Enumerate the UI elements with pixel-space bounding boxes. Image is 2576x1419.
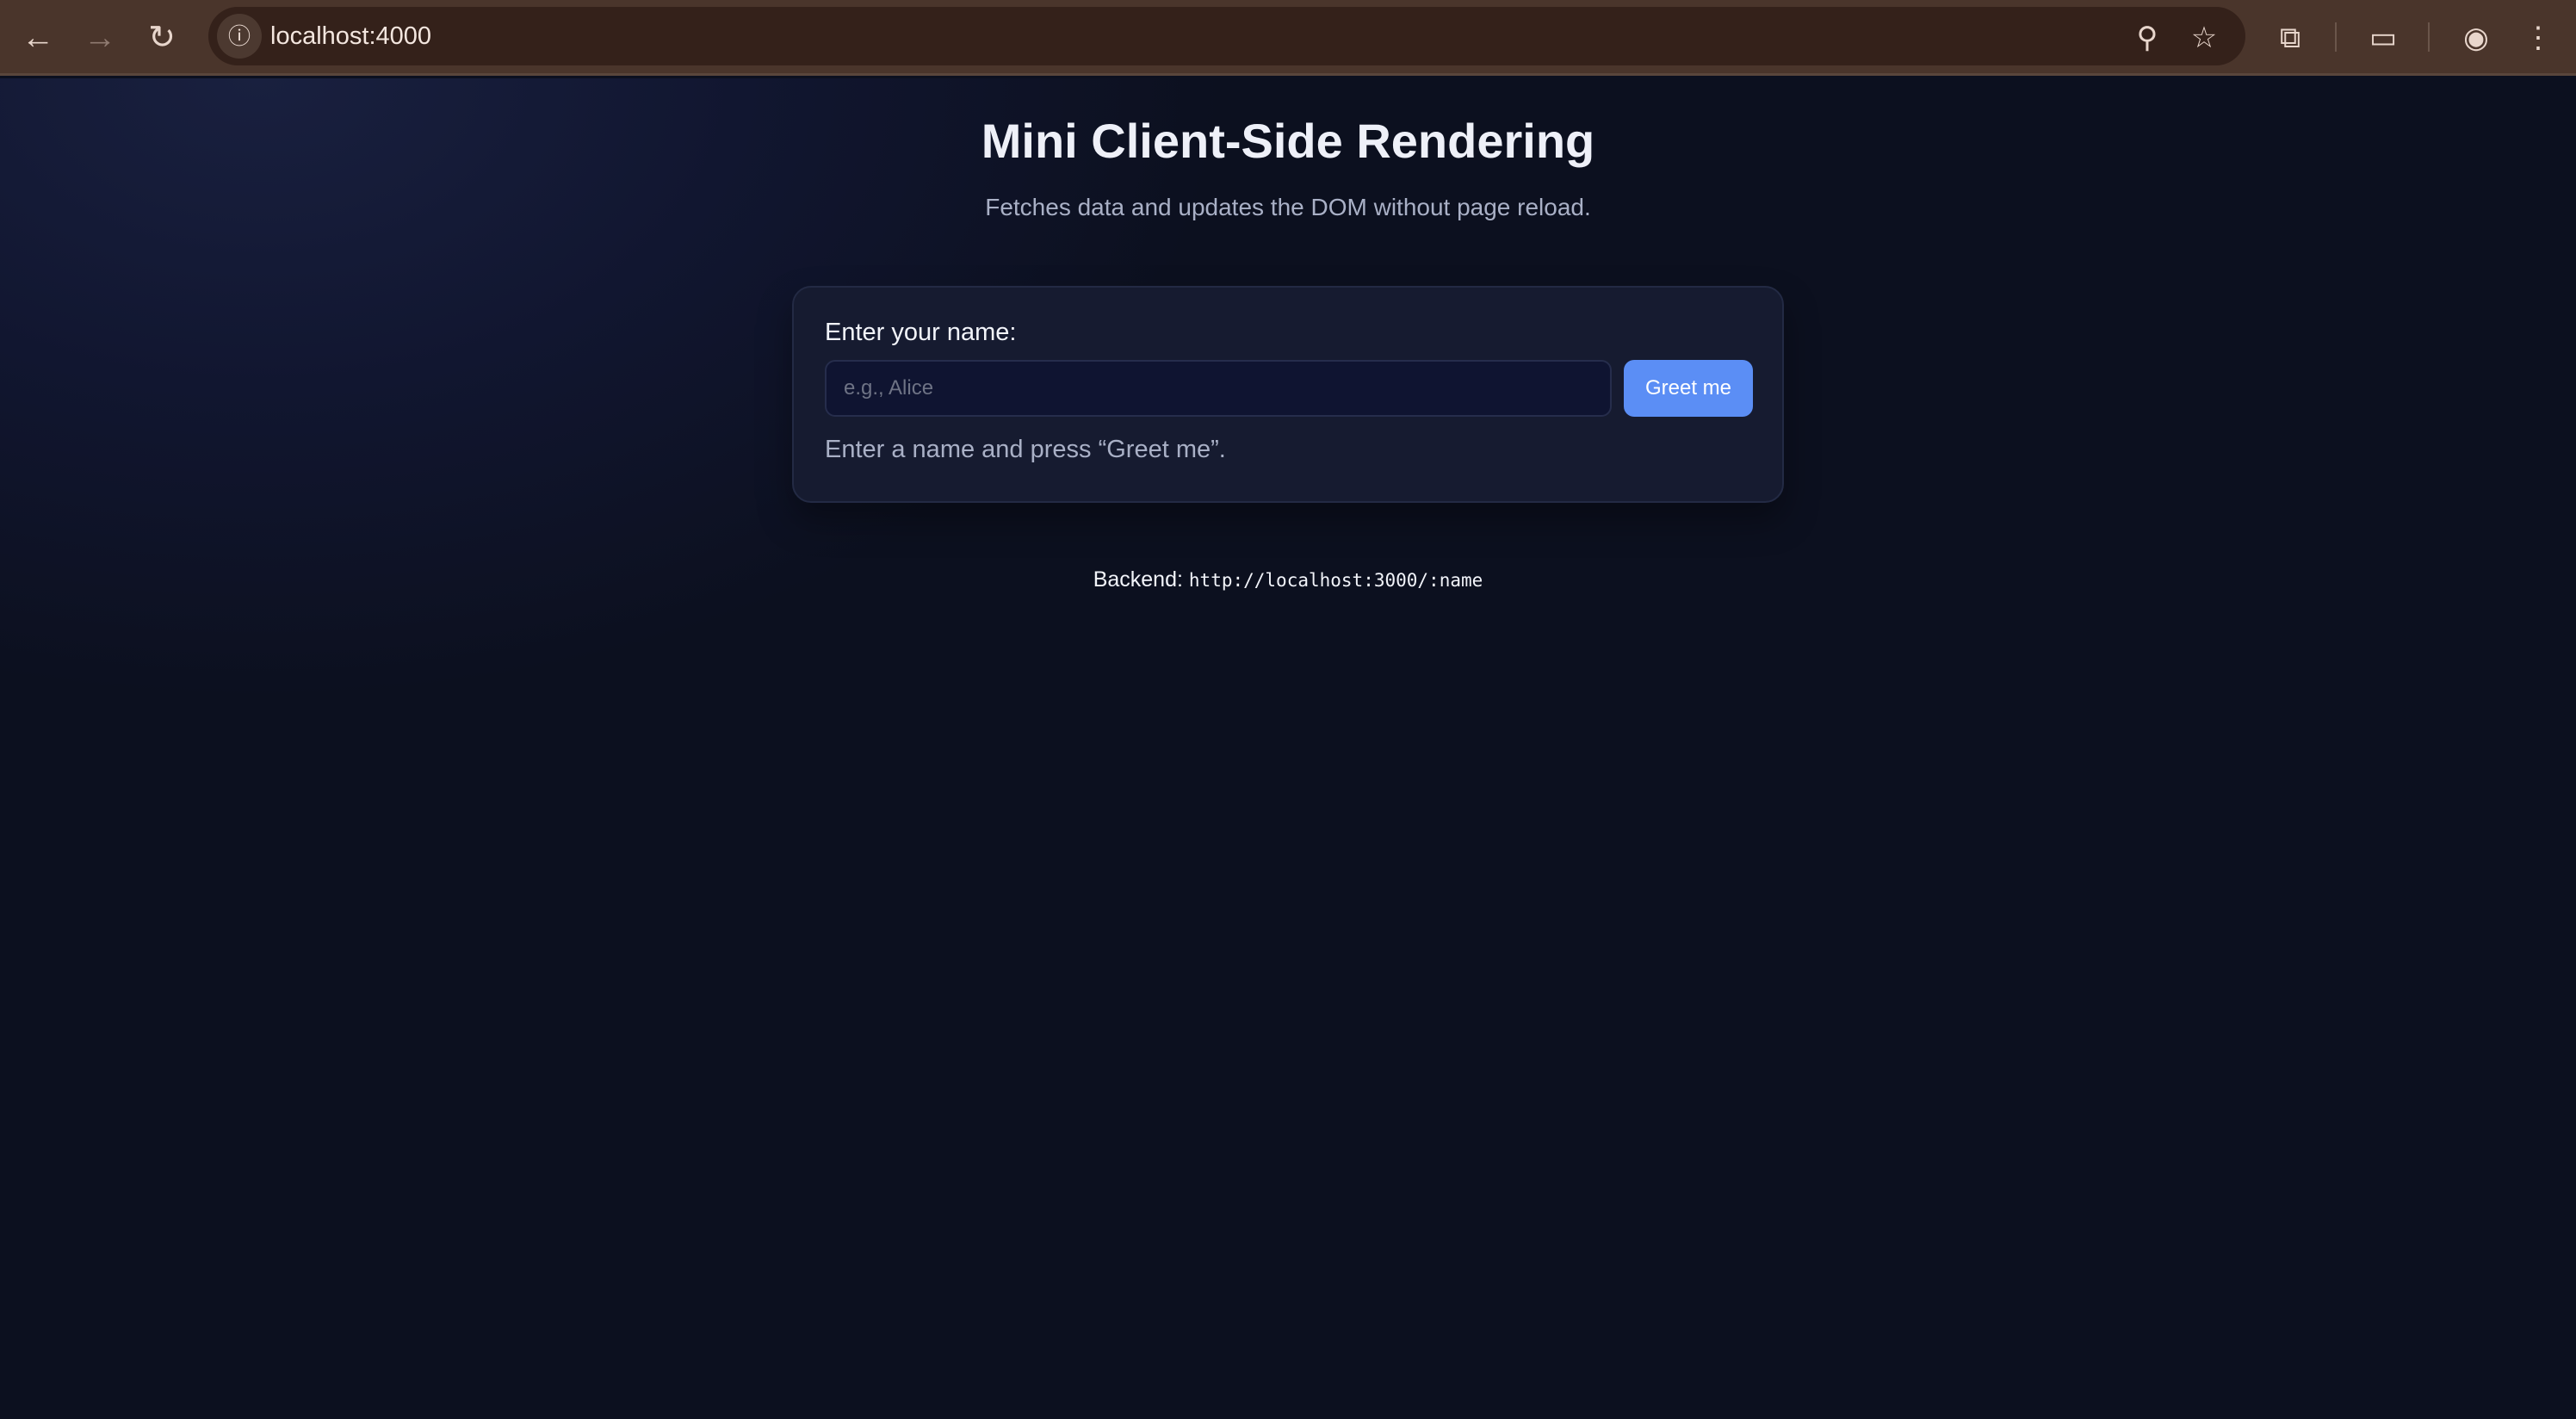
name-input[interactable]: [825, 360, 1612, 417]
divider: [2428, 22, 2430, 52]
tab-search-icon[interactable]: ▭: [2362, 17, 2404, 59]
site-info-icon[interactable]: ⓘ: [217, 14, 262, 59]
extensions-icon[interactable]: ⧉: [2269, 17, 2311, 59]
forward-icon[interactable]: →: [79, 17, 121, 59]
menu-icon[interactable]: ⋮: [2517, 17, 2559, 59]
greet-card: Enter your name: Greet me Enter a name a…: [792, 286, 1784, 503]
status-message: Enter a name and press “Greet me”.: [825, 436, 1226, 463]
name-label: Enter your name:: [825, 319, 1017, 346]
page-subtitle: Fetches data and updates the DOM without…: [985, 194, 1591, 220]
backend-url: http://localhost:3000/:name: [1188, 570, 1483, 591]
back-icon[interactable]: ←: [17, 17, 59, 59]
url-text[interactable]: localhost:4000: [270, 7, 431, 65]
profile-icon[interactable]: ◉: [2455, 17, 2497, 59]
page-title: Mini Client-Side Rendering: [981, 114, 1595, 168]
greet-button[interactable]: Greet me: [1624, 360, 1753, 417]
zoom-icon[interactable]: ⚲: [2127, 17, 2168, 59]
browser-toolbar: ← → ↻ ⓘ localhost:4000 ⚲ ☆ ⧉ ▭ ◉ ⋮: [0, 0, 2576, 76]
reload-icon[interactable]: ↻: [141, 17, 183, 59]
bookmark-star-icon[interactable]: ☆: [2183, 17, 2225, 59]
backend-info: Backend: http://localhost:3000/:name: [0, 567, 2576, 592]
address-bar[interactable]: ⓘ localhost:4000: [208, 7, 2245, 65]
backend-label: Backend:: [1093, 567, 1183, 592]
page-content: Mini Client-Side Rendering Fetches data …: [0, 78, 2576, 1419]
divider: [2335, 22, 2337, 52]
